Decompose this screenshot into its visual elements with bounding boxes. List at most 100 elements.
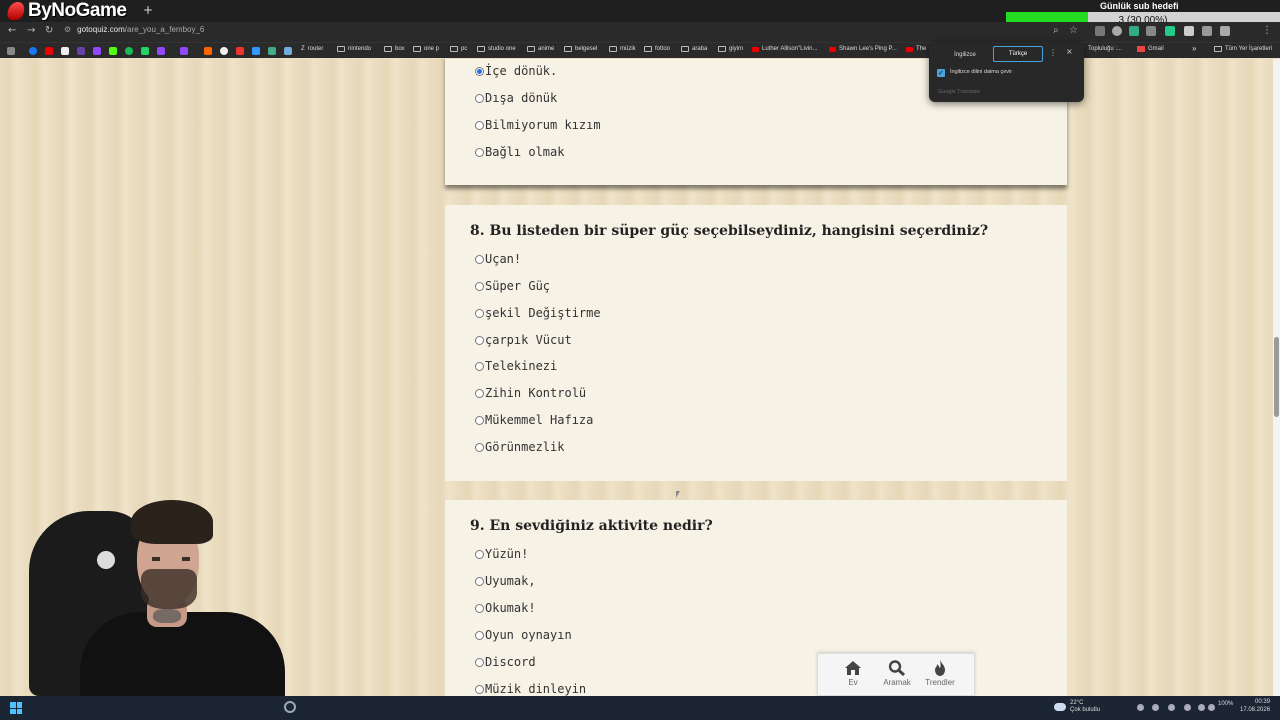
radio-button[interactable] bbox=[475, 684, 484, 694]
page-scrollbar[interactable] bbox=[1273, 59, 1280, 696]
radio-button[interactable] bbox=[475, 549, 484, 559]
answer-option[interactable]: Bilmiyorum kızım bbox=[475, 118, 601, 132]
answer-option[interactable]: Bağlı olmak bbox=[475, 145, 564, 159]
back-icon[interactable]: ← bbox=[8, 25, 16, 36]
radio-button[interactable] bbox=[475, 281, 484, 291]
radio-button[interactable] bbox=[475, 657, 484, 667]
taskbar-app-icon[interactable] bbox=[284, 701, 296, 713]
radio-button[interactable] bbox=[475, 630, 484, 640]
bookmark-favicon[interactable] bbox=[236, 47, 244, 55]
close-icon[interactable]: × bbox=[1066, 47, 1073, 56]
radio-button-selected[interactable] bbox=[475, 66, 484, 76]
bookmark-item[interactable]: Luther Allison"Livin... bbox=[752, 46, 818, 52]
forward-icon[interactable]: → bbox=[27, 25, 35, 36]
all-bookmarks-button[interactable]: Tüm Yer İşaretleri bbox=[1214, 46, 1272, 52]
bookmark-folder[interactable]: box bbox=[384, 46, 405, 52]
answer-option[interactable]: Oyun oynayın bbox=[475, 628, 572, 642]
bookmark-favicon[interactable] bbox=[220, 47, 228, 55]
answer-option[interactable]: Görünmezlik bbox=[475, 440, 564, 454]
bookmark-favicon[interactable] bbox=[93, 47, 101, 55]
answer-option[interactable]: Dışa dönük bbox=[475, 91, 557, 105]
bookmark-folder[interactable]: pc bbox=[450, 46, 467, 52]
bookmark-favicon[interactable] bbox=[157, 47, 165, 55]
facebook-icon[interactable] bbox=[29, 47, 37, 55]
radio-button[interactable] bbox=[475, 442, 484, 452]
extension-icon[interactable] bbox=[1165, 26, 1175, 36]
nav-search-button[interactable]: Aramak bbox=[875, 660, 919, 687]
translate-target-language-button[interactable]: Türkçe bbox=[993, 46, 1043, 62]
reload-icon[interactable]: ↻ bbox=[45, 25, 53, 36]
answer-option[interactable]: Zihin Kontrolü bbox=[475, 386, 586, 400]
tray-chevron-icon[interactable] bbox=[1137, 704, 1144, 711]
always-translate-checkbox[interactable]: ✓ bbox=[937, 69, 945, 77]
radio-button[interactable] bbox=[475, 254, 484, 264]
bookmark-folder[interactable]: studio one bbox=[477, 46, 516, 52]
answer-option[interactable]: Yüzün! bbox=[475, 547, 528, 561]
volume-icon[interactable] bbox=[1208, 704, 1215, 711]
answer-option[interactable]: Mükemmel Hafıza bbox=[475, 413, 593, 427]
bookmarks-overflow-button[interactable]: » bbox=[1192, 44, 1196, 53]
weather-widget[interactable]: 22°C Çok bulutlu bbox=[1054, 700, 1100, 714]
tray-settings-icon[interactable] bbox=[1152, 704, 1159, 711]
youtube-icon[interactable] bbox=[45, 47, 53, 55]
answer-option[interactable]: Okumak! bbox=[475, 601, 536, 615]
bookmark-item[interactable]: Topluluğu :... bbox=[1088, 46, 1122, 52]
browser-menu-icon[interactable]: ⋮ bbox=[1262, 25, 1272, 36]
bookmark-favicon[interactable] bbox=[180, 47, 188, 55]
nav-home-button[interactable]: Ev bbox=[831, 660, 875, 687]
battery-level[interactable]: 100% bbox=[1218, 701, 1233, 707]
scrollbar-thumb[interactable] bbox=[1274, 337, 1279, 417]
bookmark-folder[interactable]: nintendo bbox=[337, 46, 371, 52]
radio-button[interactable] bbox=[475, 147, 484, 157]
answer-option[interactable]: Müzik dinleyin bbox=[475, 682, 586, 696]
apps-icon[interactable] bbox=[7, 47, 15, 55]
bookmark-folder[interactable]: fottoo bbox=[644, 46, 670, 52]
tray-app-icon[interactable] bbox=[1184, 704, 1191, 711]
answer-option[interactable]: Uçan! bbox=[475, 252, 521, 266]
bookmark-item[interactable]: Zrouter bbox=[301, 46, 323, 52]
bookmark-item[interactable]: The bbox=[906, 46, 926, 52]
bookmark-folder[interactable]: müzik bbox=[609, 46, 636, 52]
extension-icon[interactable] bbox=[1202, 26, 1212, 36]
bookmark-favicon[interactable] bbox=[204, 47, 212, 55]
twitch-icon[interactable] bbox=[77, 47, 85, 55]
extension-icon[interactable] bbox=[1095, 26, 1105, 36]
microphone-icon[interactable] bbox=[1168, 704, 1175, 711]
bookmark-favicon[interactable] bbox=[284, 47, 292, 55]
start-menu-icon[interactable] bbox=[10, 702, 22, 714]
bookmark-favicon[interactable] bbox=[141, 47, 149, 55]
answer-option[interactable]: Telekinezi bbox=[475, 359, 557, 373]
extension-icon[interactable] bbox=[1129, 26, 1139, 36]
radio-button[interactable] bbox=[475, 361, 484, 371]
url-field[interactable]: ⚙ gotoquiz.com/are_you_a_femboy_6 bbox=[64, 25, 204, 34]
bookmark-favicon[interactable] bbox=[268, 47, 276, 55]
translate-source-language-button[interactable]: İngilizce bbox=[943, 48, 987, 62]
radio-button[interactable] bbox=[475, 415, 484, 425]
bookmark-folder[interactable]: one p bbox=[413, 46, 439, 52]
bookmark-item[interactable]: Gmail bbox=[1137, 46, 1164, 52]
radio-button[interactable] bbox=[475, 603, 484, 613]
bookmark-folder[interactable]: araba bbox=[681, 46, 707, 52]
more-options-icon[interactable]: ⋮ bbox=[1049, 48, 1057, 57]
nav-trends-button[interactable]: Trendler bbox=[918, 660, 962, 687]
bookmark-star-icon[interactable]: ☆ bbox=[1069, 25, 1078, 36]
extension-icon[interactable] bbox=[1146, 26, 1156, 36]
bookmark-folder[interactable]: anime bbox=[527, 46, 554, 52]
bookmark-item[interactable]: Shawn Lee's Ping P... bbox=[829, 46, 897, 52]
x-icon[interactable] bbox=[61, 47, 69, 55]
extension-icon[interactable] bbox=[1184, 26, 1194, 36]
new-tab-button[interactable]: + bbox=[143, 3, 153, 17]
site-info-icon[interactable]: ⚙ bbox=[64, 25, 71, 34]
radio-button[interactable] bbox=[475, 308, 484, 318]
spotify-icon[interactable] bbox=[125, 47, 133, 55]
answer-option[interactable]: Discord bbox=[475, 655, 536, 669]
zoom-icon[interactable]: ⌕ bbox=[1053, 25, 1059, 36]
answer-option[interactable]: İçe dönük. bbox=[475, 64, 557, 78]
answer-option[interactable]: çarpık Vücut bbox=[475, 333, 572, 347]
radio-button[interactable] bbox=[475, 93, 484, 103]
radio-button[interactable] bbox=[475, 576, 484, 586]
wifi-icon[interactable] bbox=[1198, 704, 1205, 711]
answer-option[interactable]: Süper Güç bbox=[475, 279, 550, 293]
bookmark-favicon[interactable] bbox=[252, 47, 260, 55]
radio-button[interactable] bbox=[475, 120, 484, 130]
